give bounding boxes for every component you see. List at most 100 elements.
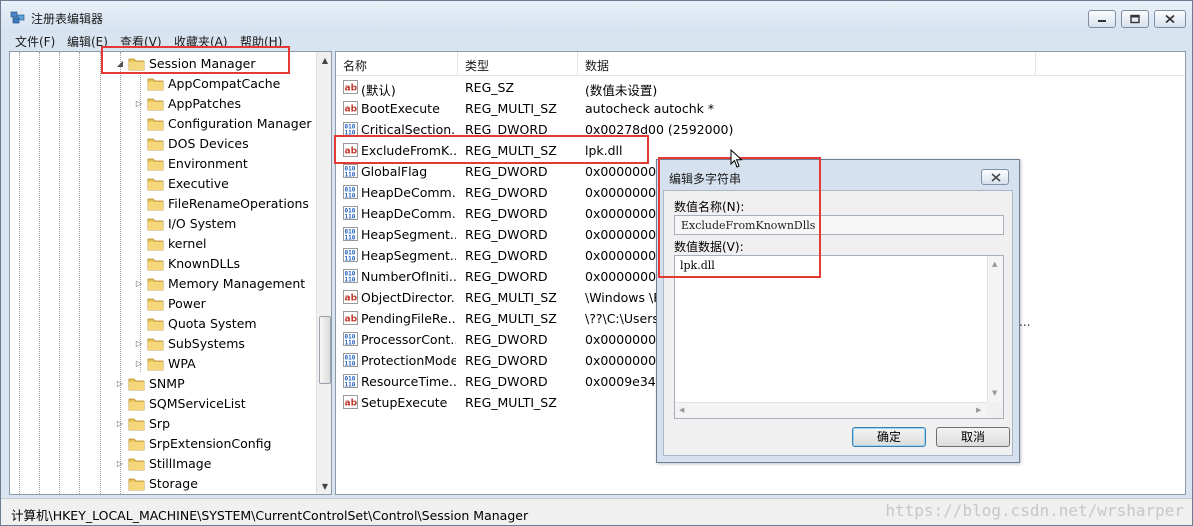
column-header-name[interactable]: 名称 [336,52,458,76]
binary-value-icon: 010110 [343,353,358,367]
menu-edit[interactable]: 编辑(E) [67,33,108,50]
menu-favorites[interactable]: 收藏夹(A) [174,33,228,50]
scroll-down-arrow-icon[interactable]: ▼ [317,478,331,494]
cancel-button[interactable]: 取消 [936,427,1010,447]
maximize-button[interactable] [1121,10,1149,28]
expand-arrow-icon[interactable]: ▷ [133,333,145,353]
expand-arrow-icon[interactable]: ▷ [133,93,145,113]
tree-item[interactable]: kernel [133,233,207,253]
tree-item[interactable]: FileRenameOperations [133,193,309,213]
dialog-close-button[interactable] [981,169,1009,185]
folder-icon [147,258,164,270]
tree-item[interactable]: I/O System [133,213,236,233]
cell-name: HeapSegment... [361,227,456,242]
cell-name: SetupExecute [361,395,448,410]
close-button[interactable] [1154,10,1186,28]
tree-item[interactable]: Storage [114,473,198,493]
tree-item[interactable]: KnownDLLs [133,253,240,273]
scroll-right-arrow-icon[interactable]: ▶ [976,406,981,414]
column-header-data[interactable]: 数据 [578,52,1036,76]
string-value-icon: ab [343,80,358,94]
list-item[interactable]: 010 110 CriticalSection... REG_DWORD 0x00278… [336,119,1185,140]
list-header: 名称 类型 数据 [336,52,1185,76]
tree-item[interactable]: SQMServiceList [114,393,246,413]
tree-item[interactable]: Executive [133,173,229,193]
menu-help[interactable]: 帮助(H) [240,33,282,50]
tree-label: StillImage [149,455,212,471]
tree-item[interactable]: Power [133,293,206,313]
expand-arrow-icon[interactable]: ▷ [114,453,126,473]
svg-text:ab: ab [345,399,358,409]
folder-icon [147,358,164,370]
folder-icon [147,118,164,130]
textarea-vertical-scrollbar[interactable]: ▲ ▼ [987,256,1003,402]
scroll-down-arrow-icon[interactable]: ▼ [992,389,997,397]
tree-item[interactable]: ▷ Srp [114,413,170,433]
cell-type: REG_MULTI_SZ [465,101,557,116]
list-item[interactable]: ab ExcludeFromK... REG_MULTI_SZ lpk.dll [336,140,1185,161]
tree-label: Memory Management [168,275,306,291]
tree-item[interactable]: ▷ StillImage [114,453,211,473]
expand-arrow-icon[interactable]: ▷ [133,353,145,373]
tree-label: kernel [168,235,207,251]
string-value-icon: ab [343,311,358,325]
binary-value-icon: 010110 [343,122,358,136]
tree-item[interactable]: ▷ AppPatches [133,93,241,113]
tree-item[interactable]: Environment [133,153,248,173]
svg-text:110: 110 [345,340,356,347]
scroll-up-arrow-icon[interactable]: ▲ [317,52,331,68]
tree-item[interactable]: ▷ WPA [133,353,196,373]
tree-item[interactable]: ▷ SubSystems [133,333,245,353]
folder-icon [128,418,145,430]
svg-text:ab: ab [345,315,358,325]
folder-icon [147,78,164,90]
string-value-icon: ab [343,143,358,157]
textarea-horizontal-scrollbar[interactable]: ◀ ▶ [675,402,987,418]
tree-item[interactable]: Configuration Manager [133,113,312,133]
tree-item-session-manager[interactable]: ◢ Session Manager [114,53,256,73]
tree-item[interactable]: DOS Devices [133,133,249,153]
svg-text:ab: ab [345,294,358,304]
svg-text:ab: ab [345,147,358,157]
tree-item[interactable]: SrpExtensionConfig [114,433,271,453]
value-data-text: lpk.dll [680,259,715,272]
column-header-type[interactable]: 类型 [458,52,578,76]
tree-item[interactable]: ▷ Memory Management [133,273,305,293]
tree-item[interactable]: AppCompatCache [133,73,280,93]
list-item[interactable]: ab BootExecute REG_MULTI_SZ autocheck autoc… [336,98,1185,119]
registry-editor-window: 注册表编辑器 文件(F) 编辑(E) 查看(V) 收藏夹(A) 帮助(H) ◢ … [0,0,1193,526]
minimize-button[interactable] [1088,10,1116,28]
list-item[interactable]: ab (默认) REG_SZ (数值未设置) [336,77,1185,98]
tree-item[interactable]: ▷ SNMP [114,373,185,393]
ok-button[interactable]: 确定 [852,427,926,447]
expand-arrow-icon[interactable]: ▷ [133,273,145,293]
cell-name: ProcessorCont... [361,332,456,347]
binary-value-icon: 010110 [343,248,358,262]
expand-arrow-icon[interactable]: ▷ [114,373,126,393]
folder-icon [147,298,164,310]
tree-label: Session Manager [149,55,256,71]
menu-file[interactable]: 文件(F) [15,33,55,50]
key-tree[interactable]: ◢ Session Manager AppCompatCache ▷ AppPatc… [9,51,332,495]
tree-item[interactable]: Quota System [133,313,257,333]
collapse-arrow-icon[interactable]: ◢ [114,53,126,73]
tree-vertical-scrollbar[interactable]: ▲ ▼ [316,52,331,494]
value-name-field[interactable]: ExcludeFromKnownDlls [674,215,1004,235]
folder-icon [147,158,164,170]
dialog-body: 数值名称(N): ExcludeFromKnownDlls 数值数据(V): l… [663,190,1013,456]
tree-label: KnownDLLs [168,255,240,271]
folder-icon [147,338,164,350]
scrollbar-thumb[interactable] [319,316,331,384]
scroll-up-arrow-icon[interactable]: ▲ [992,260,997,268]
folder-icon [128,478,145,490]
menu-view[interactable]: 查看(V) [120,33,162,50]
dialog-title: 编辑多字符串 [669,172,742,186]
tree-label: AppPatches [168,95,241,111]
value-data-textarea[interactable]: lpk.dll ▲ ▼ ◀ ▶ [674,255,1004,419]
minimize-icon [1098,20,1106,22]
scroll-left-arrow-icon[interactable]: ◀ [679,406,684,414]
scrollbar-corner [987,402,1003,418]
expand-arrow-icon[interactable]: ▷ [114,413,126,433]
folder-icon [147,318,164,330]
